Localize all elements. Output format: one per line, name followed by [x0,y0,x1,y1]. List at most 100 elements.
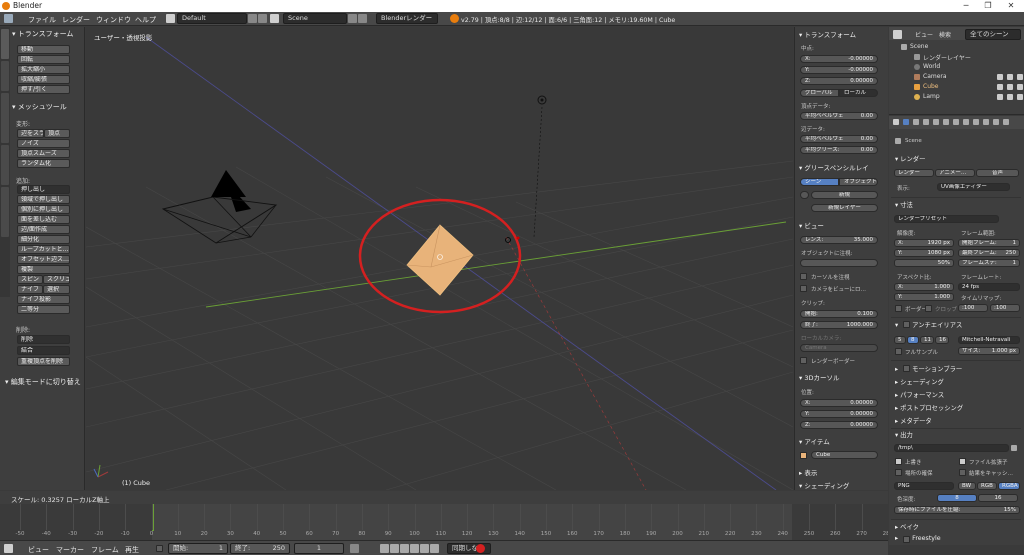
cube-object[interactable] [406,224,474,296]
camera-render-icon[interactable] [1017,74,1023,80]
lock-object-field[interactable] [800,259,878,267]
noise-button[interactable]: ノイズ [17,139,70,148]
edge-slide-button[interactable]: 辺をスライド [17,129,44,138]
scene-add-icon[interactable] [348,14,357,23]
3d-cursor-header[interactable]: ▾ 3Dカーソル [799,372,839,382]
placeholders-checkbox[interactable] [895,469,902,476]
spin-button[interactable]: スピン [17,275,43,284]
color-bw-toggle[interactable]: BW [958,482,976,490]
properties-editor-icon[interactable] [893,119,899,125]
render-animation-button[interactable]: アニメー… [935,169,975,177]
framerate-dropdown[interactable]: 24 fps [958,283,1020,291]
scene-dropdown[interactable]: Scene [283,13,347,24]
tab-create[interactable] [1,61,9,91]
jump-end-icon[interactable] [430,544,439,553]
delete-dropdown[interactable]: 削除 [17,335,70,344]
post-processing-header[interactable]: ▸ ポストプロセッシング [895,403,963,412]
performance-header[interactable]: ▸ パフォーマンス [895,390,944,399]
lens-field[interactable]: レンズ: 35.000 [800,236,878,244]
aspect-x-field[interactable]: X: 1.000 [894,283,954,291]
maximize-button[interactable]: ❐ [977,0,999,12]
extrude-individual-button[interactable]: 個別に押し出し [17,205,70,214]
aa-samples-8[interactable]: 8 [907,336,919,344]
layout-remove-icon[interactable] [258,14,267,23]
global-toggle[interactable]: グローバル [800,89,839,97]
menu-render[interactable]: レンダー [62,15,90,25]
render-still-button[interactable]: レンダー [894,169,934,177]
crop-checkbox[interactable] [925,305,932,312]
menu-help[interactable]: ヘルプ [135,15,156,25]
loop-cut-button[interactable]: ループカットと… [17,245,70,254]
tab-shading-uv[interactable] [1,93,9,143]
timeline-playback-menu[interactable]: 再生 [125,545,139,555]
keyframe-jump-icon[interactable] [350,544,359,553]
tab-tools[interactable] [1,29,9,59]
aa-filter-dropdown[interactable]: Mitchell-Netravali [958,336,1020,344]
end-frame-field[interactable]: 終了: 250 [230,543,290,554]
bisect-button[interactable]: 二等分 [17,305,70,314]
mesh-tools-header[interactable]: ▾ メッシュツール [12,102,67,112]
timeline-frame-menu[interactable]: フレーム [91,545,119,555]
outliner-item-lamp[interactable]: Lamp [923,93,940,100]
gp-scene-toggle[interactable]: シーン [800,178,839,186]
motion-blur-header[interactable]: ▸ モーションブラー [895,364,962,373]
output-path-field[interactable]: /tmp\ [894,444,1009,452]
preview-range-checkbox[interactable] [156,545,163,552]
scale-button[interactable]: 拡大縮小 [17,65,70,74]
inset-faces-button[interactable]: 面を差し込む [17,215,70,224]
duplicate-button[interactable]: 複製 [17,265,70,274]
transform-panel-header[interactable]: ▾ トランスフォーム [12,29,73,39]
vertex-slide-button[interactable]: 頂点 [44,129,70,138]
camera-selectable-icon[interactable] [1007,74,1013,80]
color-rgba-toggle[interactable]: RGBA [998,482,1020,490]
knife-button[interactable]: ナイフ [17,285,43,294]
lamp-visibility-icon[interactable] [997,94,1003,100]
push-pull-button[interactable]: 押す/引く [17,85,70,94]
view-header[interactable]: ▾ ビュー [799,220,824,230]
menu-file[interactable]: ファイル [28,15,56,25]
metadata-header[interactable]: ▸ メタデータ [895,416,932,425]
shrink-fatten-button[interactable]: 収縮/膨張 [17,75,70,84]
cursor-y-field[interactable]: Y: 0.00000 [800,410,878,418]
knife-project-button[interactable]: ナイフ投影 [17,295,70,304]
remove-doubles-button[interactable]: 重複頂点を削除 [17,357,70,366]
3d-viewport[interactable]: ユーザー・透視投影 (1) Cube [86,27,793,490]
file-extensions-checkbox[interactable] [959,458,966,465]
layout-add-icon[interactable] [248,14,257,23]
depth-16-toggle[interactable]: 16 [978,494,1018,502]
randomize-button[interactable]: ランダム化 [17,159,70,168]
remap-old-field[interactable]: :100 [958,304,988,312]
screw-button[interactable]: スクリュー [43,275,70,284]
jump-start-icon[interactable] [380,544,389,553]
lock-camera-checkbox[interactable] [800,285,807,292]
timeline-editor-icon[interactable] [4,544,13,553]
lamp-selectable-icon[interactable] [1007,94,1013,100]
edge-crease-field[interactable]: 平均クリース: 0.00 [800,146,878,154]
border-checkbox[interactable] [895,305,902,312]
camera-visibility-icon[interactable] [997,74,1003,80]
outliner-item-scene[interactable]: Scene [910,43,928,50]
dimensions-header[interactable]: ▾ 寸法 [895,200,913,209]
freestyle-header[interactable]: ▸ Freestyle [895,535,941,542]
outliner-view-menu[interactable]: ビュー [915,30,933,39]
frame-step-field[interactable]: フレームステ: 1 [958,259,1020,267]
aa-samples-5[interactable]: 5 [894,336,906,344]
knife-select-button[interactable]: 選択 [43,285,70,294]
lamp-object[interactable] [533,95,547,238]
outliner-item-world[interactable]: World [923,63,940,70]
gp-pencil-icon[interactable] [800,191,809,199]
file-format-dropdown[interactable]: PNG [894,482,954,490]
material-tab-icon[interactable] [983,119,989,125]
grease-pencil-header[interactable]: ▾ グリースペンシルレイ [799,162,869,172]
cube-visibility-icon[interactable] [997,84,1003,90]
output-header[interactable]: ▾ 出力 [895,430,913,439]
camera-object[interactable] [161,170,278,244]
translate-button[interactable]: 移動 [17,45,70,54]
aspect-y-field[interactable]: Y: 1.000 [894,293,954,301]
shading-panel-header[interactable]: ▸ シェーディング [895,377,944,386]
resolution-percentage-field[interactable]: 50% [894,259,954,267]
data-tab-icon[interactable] [973,119,979,125]
full-sample-checkbox[interactable] [895,348,902,355]
median-y-field[interactable]: Y: -0.00000 [800,66,878,74]
start-frame-field[interactable]: 開始フレーム: 1 [958,239,1020,247]
